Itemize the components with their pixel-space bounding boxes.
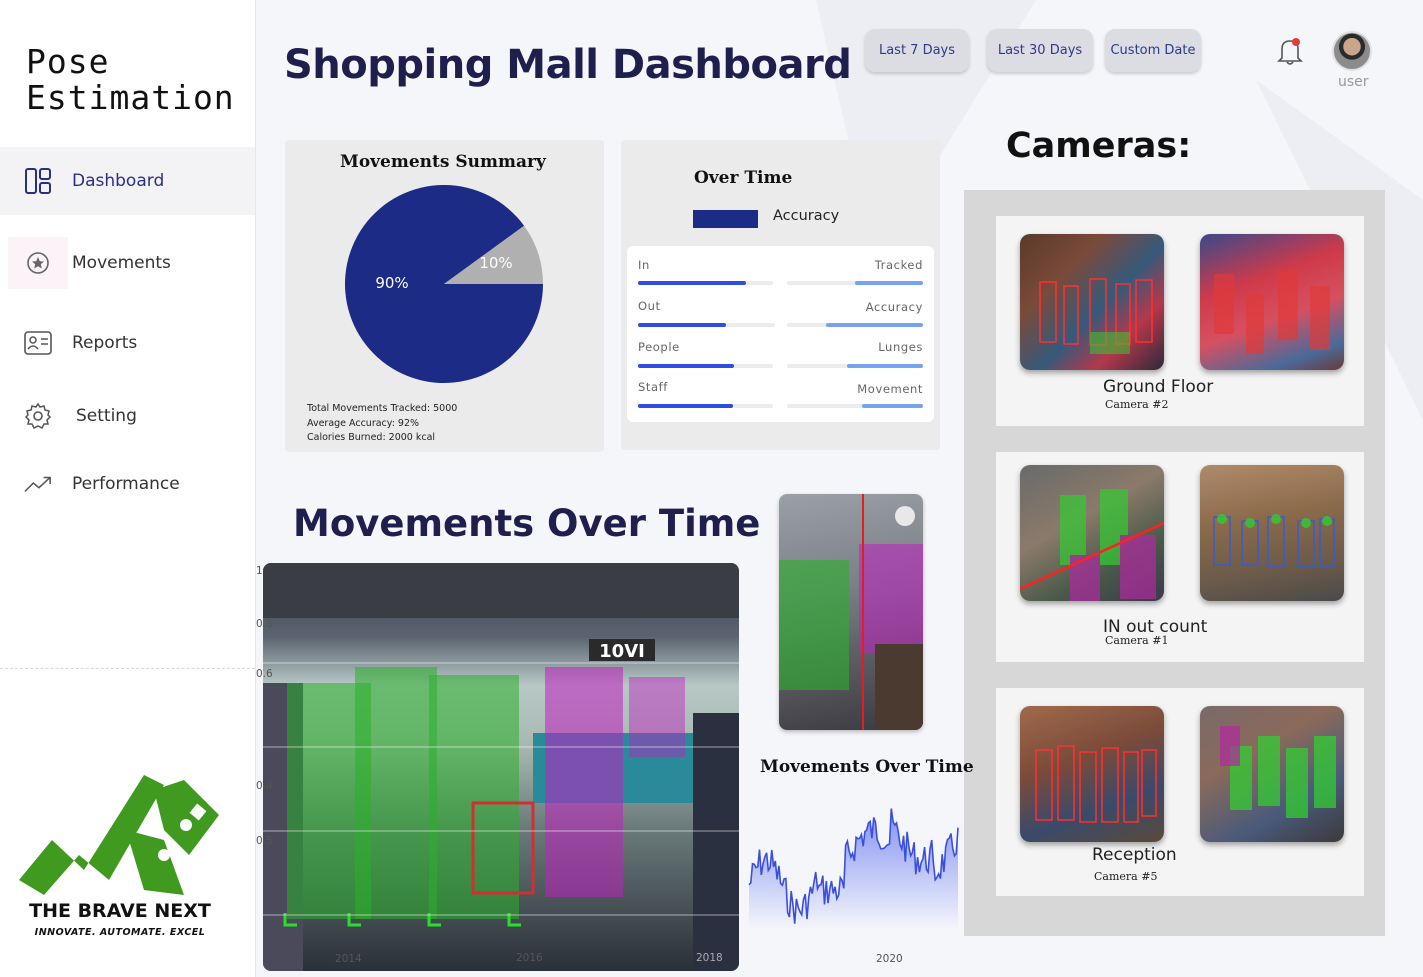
line-chart-title: Movements Over Time [760, 757, 974, 777]
filter-last-30-days-button[interactable]: Last 30 Days [987, 29, 1093, 72]
over-time-title: Over Time [694, 168, 793, 188]
sidebar-item-setting[interactable]: Setting [0, 382, 255, 450]
progress-bar-movement [787, 404, 923, 408]
progress-fill [638, 364, 734, 368]
entrance-camera-feed[interactable] [779, 494, 923, 730]
page-title: Shopping Mall Dashboard [284, 42, 852, 88]
sidebar-item-label: Performance [72, 474, 180, 494]
sidebar-item-label: Movements [72, 253, 171, 273]
y-tick: 0.5 [256, 835, 273, 847]
progress-bar-out [638, 323, 775, 327]
accuracy-legend-label: Accuracy [773, 208, 840, 224]
stat-calories: Calories Burned: 2000 kcal [307, 432, 436, 443]
sidebar-item-movements[interactable]: Movements [0, 229, 255, 297]
progress-fill [638, 323, 726, 327]
y-tick: 0.4 [256, 780, 273, 792]
user-label: user [1338, 74, 1369, 90]
summary-stats: Total Movements Tracked: 5000 Average Ac… [307, 402, 457, 446]
bar-label-people: People [638, 340, 680, 354]
sidebar-item-performance[interactable]: Performance [0, 450, 255, 518]
camera-id: Camera #2 [1105, 398, 1169, 411]
progress-fill [638, 281, 746, 285]
progress-bar-staff [638, 404, 773, 408]
bar-label-accuracy: Accuracy [865, 300, 923, 314]
x-tick: 2020 [876, 953, 903, 965]
x-tick: 2016 [516, 952, 543, 964]
camera-thumbnail[interactable] [1020, 465, 1164, 601]
filter-last-7-days-button[interactable]: Last 7 Days [865, 29, 969, 72]
movements-over-time-title: Movements Over Time [293, 502, 761, 545]
progress-bars-card: In Tracked Out Accuracy People Lunges St… [627, 246, 934, 422]
star-circle-icon [8, 237, 68, 289]
camera-thumbnail[interactable] [1020, 706, 1164, 842]
bar-label-lunges: Lunges [878, 340, 923, 354]
trending-up-icon [24, 470, 52, 498]
pie-slice-major-label: 90% [375, 274, 408, 292]
progress-bar-lunges [787, 364, 923, 368]
logo-name: THE BRAVE NEXT [29, 900, 211, 922]
progress-bar-people [638, 364, 773, 368]
camera-id: Camera #1 [1105, 634, 1169, 647]
bar-label-out: Out [638, 299, 661, 313]
sidebar: Pose Estimation Dashboard Movements Repo… [0, 0, 256, 977]
progress-fill [855, 281, 923, 285]
progress-fill [826, 323, 923, 327]
pie-slice-minor-label: 10% [479, 254, 512, 272]
progress-bar-tracked [787, 281, 923, 285]
store-camera-feed[interactable]: 10VI [263, 563, 739, 971]
progress-fill [846, 364, 923, 368]
progress-bar-in [638, 281, 773, 285]
bar-label-in: In [638, 258, 650, 272]
x-tick: 2018 [696, 952, 723, 964]
camera-thumbnail[interactable] [1200, 465, 1344, 601]
dashboard-icon [24, 167, 52, 195]
progress-fill [861, 404, 923, 408]
camera-thumbnail[interactable] [1020, 234, 1164, 370]
y-tick: 1 [256, 565, 263, 577]
camera-name: Reception [1092, 845, 1177, 865]
store-sign: 10VI [599, 641, 645, 662]
camera-thumbnail[interactable] [1200, 234, 1344, 370]
filter-custom-date-button[interactable]: Custom Date [1105, 29, 1201, 72]
progress-bar-accuracy [787, 323, 923, 327]
brand-title: Pose Estimation [26, 42, 235, 117]
gear-icon [24, 402, 52, 430]
sidebar-item-reports[interactable]: Reports [0, 309, 255, 377]
logo-tagline: INNOVATE. AUTOMATE. EXCEL [34, 927, 206, 938]
id-card-icon [24, 329, 52, 357]
movements-line-chart [748, 808, 959, 930]
sidebar-divider [0, 668, 255, 669]
movements-pie-chart: 90% 10% [345, 185, 543, 383]
progress-fill [638, 404, 733, 408]
camera-thumbnail[interactable] [1200, 706, 1344, 842]
summary-title: Movements Summary [340, 152, 546, 172]
camera-name: Ground Floor [1103, 377, 1214, 397]
stat-total-movements: Total Movements Tracked: 5000 [307, 403, 458, 414]
bar-label-tracked: Tracked [874, 258, 923, 272]
sidebar-item-label: Setting [76, 406, 137, 426]
sidebar-item-label: Dashboard [72, 171, 165, 191]
y-tick: 0.6 [256, 668, 273, 680]
sidebar-item-dashboard[interactable]: Dashboard [0, 147, 255, 215]
camera-id: Camera #5 [1094, 870, 1158, 883]
cameras-title: Cameras: [1006, 126, 1192, 166]
accuracy-legend-swatch [693, 210, 758, 228]
user-avatar[interactable] [1332, 31, 1372, 71]
brave-next-logo [19, 775, 219, 895]
bar-label-staff: Staff [638, 380, 668, 394]
bar-label-movement: Movement [857, 382, 923, 396]
notification-bell-icon[interactable] [1276, 36, 1304, 66]
stat-average-accuracy: Average Accuracy: 92% [307, 417, 420, 429]
sidebar-item-label: Reports [72, 333, 138, 353]
x-tick: 2014 [335, 953, 362, 965]
y-tick: 0.8 [256, 618, 273, 630]
